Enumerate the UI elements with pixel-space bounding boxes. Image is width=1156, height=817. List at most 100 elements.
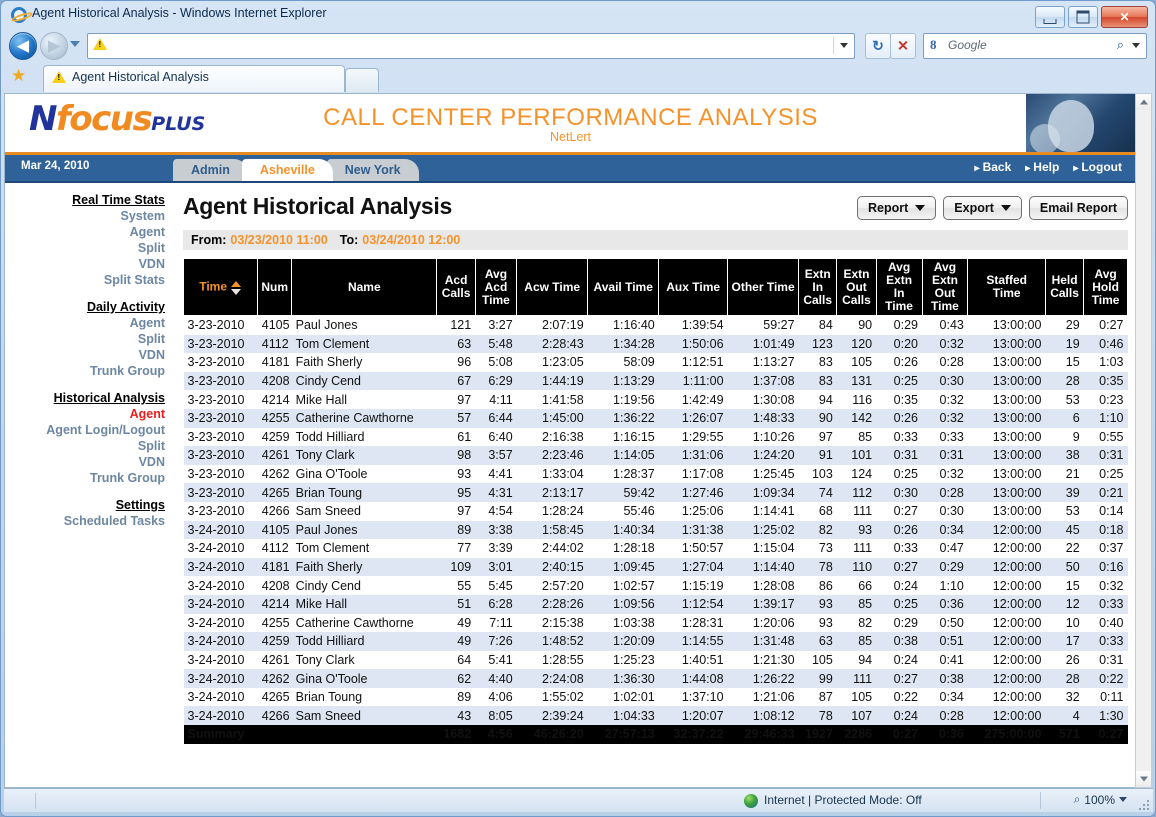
tab-new-york[interactable]: New York [326,159,419,181]
page-scrollbar[interactable] [1135,93,1152,788]
table-cell: 1:09:56 [613,597,655,612]
minimize-button[interactable] [1035,6,1065,28]
table-row[interactable]: 3-23-2010 4214 Mike Hall 97 4:11 1:41:58 1:19:… [183,390,1128,409]
table-cell: 4266 [261,708,290,723]
table-cell: 49 [457,615,472,630]
email-report-button[interactable]: Email Report [1028,196,1128,220]
maximize-button[interactable] [1068,6,1098,28]
table-row[interactable]: 3-24-2010 4208 Cindy Cend 55 5:45 2:57:20 1:02… [183,576,1128,595]
column-header-name[interactable]: Name [291,258,438,316]
recent-pages-chevron-down-icon[interactable] [70,41,80,47]
table-cell: 45 [1065,522,1080,537]
sidebar-item-ha-split[interactable]: Split [5,438,167,454]
column-header-avg-hold-time[interactable]: Avg Hold Time [1083,258,1128,316]
table-row[interactable]: 3-24-2010 4255 Catherine Cawthorne 49 7:11 2:… [183,613,1128,633]
help-link[interactable]: Help [1025,160,1059,174]
table-row[interactable]: 3-23-2010 4265 Brian Toung 95 4:31 2:13:17 59:… [183,483,1128,502]
table-cell: 0:46 [1099,336,1124,351]
export-button[interactable]: Export [943,196,1022,220]
sidebar-item-da-split[interactable]: Split [5,331,167,347]
table-row[interactable]: 3-24-2010 4262 Gina O'Toole 62 4:40 2:24:08 1:… [183,669,1128,688]
table-row[interactable]: 3-24-2010 4181 Faith Sherly 109 3:01 2:40:15 1… [183,557,1128,577]
back-link[interactable]: Back [975,160,1012,174]
table-row[interactable]: 3-23-2010 4105 Paul Jones 121 3:27 2:07:19 1:1… [183,315,1128,335]
sidebar-item-ha-agent[interactable]: Agent [5,406,167,422]
column-header-avail-time[interactable]: Avail Time [587,258,660,316]
sidebar-item-da-trunk-group[interactable]: Trunk Group [5,363,167,379]
table-row[interactable]: 3-23-2010 4259 Todd Hilliard 61 6:40 2:16:38 1… [183,427,1128,447]
scroll-up-button[interactable] [1136,94,1151,110]
from-label: From: [191,233,227,247]
column-header-other-time[interactable]: Other Time [727,258,800,316]
sidebar-item-agent-login-logout[interactable]: Agent Login/Logout [5,422,167,438]
forward-button[interactable]: ▶ [40,32,68,60]
column-header-extn-out-calls[interactable]: Extn Out Calls [836,258,877,316]
tab-admin[interactable]: Admin [173,159,248,181]
column-header-staffed-time[interactable]: Staffed Time [967,258,1046,316]
sidebar-item-rts-split[interactable]: Split [5,240,167,256]
table-row[interactable]: 3-23-2010 4262 Gina O'Toole 93 4:41 1:33:04 1:… [183,464,1128,484]
column-header-avg-extn-in-time[interactable]: Avg Extn In Time [875,258,923,316]
sidebar-item-split-stats[interactable]: Split Stats [5,272,167,288]
table-row[interactable]: 3-23-2010 4181 Faith Sherly 96 5:08 1:23:05 58… [183,353,1128,372]
stop-button[interactable]: ✕ [890,33,916,59]
sidebar-item-da-agent[interactable]: Agent [5,315,167,331]
tab-asheville[interactable]: Asheville [241,159,333,181]
table-row[interactable]: 3-24-2010 4112 Tom Clement 77 3:39 2:44:02 1:2… [183,539,1128,558]
table-row[interactable]: 3-24-2010 4266 Sam Sneed 43 8:05 2:39:24 1:04:… [183,706,1128,726]
refresh-button[interactable]: ↻ [865,33,891,59]
table-row[interactable]: 3-23-2010 4261 Tony Clark 98 3:57 2:23:46 1:14… [183,446,1128,465]
report-button[interactable]: Report [857,196,937,220]
column-header-aux-time[interactable]: Aux Time [658,258,729,316]
column-header-extn-in-calls[interactable]: Extn In Calls [798,258,838,316]
zoom-control[interactable]: ⌕ 100% [1074,792,1127,807]
logout-link[interactable]: Logout [1073,160,1122,174]
column-header-avg-extn-out-time[interactable]: Avg Extn Out Time [921,258,969,316]
table-row[interactable]: 3-24-2010 4265 Brian Toung 89 4:06 1:55:02 1:0… [183,687,1128,707]
scroll-down-button[interactable] [1136,771,1151,787]
browser-tab[interactable]: Agent Historical Analysis [43,65,345,92]
table-row[interactable]: 3-24-2010 4214 Mike Hall 51 6:28 2:28:26 1:09:… [183,594,1128,614]
sidebar-item-ha-trunk-group[interactable]: Trunk Group [5,470,167,486]
sidebar-item-system[interactable]: System [5,208,167,224]
table-row[interactable]: 3-24-2010 4261 Tony Clark 64 5:41 1:28:55 1:25… [183,650,1128,670]
from-value: 03/23/2010 11:00 [230,233,328,247]
address-chevron-down-icon[interactable] [840,43,848,48]
sidebar-item-rts-agent[interactable]: Agent [5,224,167,240]
sidebar-item-scheduled-tasks[interactable]: Scheduled Tasks [5,513,167,529]
back-button[interactable]: ◀ [9,32,37,60]
table-row[interactable]: 3-23-2010 4208 Cindy Cend 67 6:29 1:44:19 1:13… [183,371,1128,391]
table-cell: 0:25 [1099,467,1124,482]
address-bar[interactable] [87,33,855,59]
column-header-acw-time[interactable]: Acw Time [516,258,589,316]
table-cell: 0:32 [1099,578,1124,593]
table-row[interactable]: 3-23-2010 4112 Tom Clement 63 5:48 2:28:43 1:3… [183,334,1128,354]
table-row[interactable]: 3-24-2010 4105 Paul Jones 89 3:38 1:58:45 1:40… [183,520,1128,540]
search-icon[interactable]: ⌕ [1117,37,1124,53]
table-cell: 111 [853,541,873,556]
column-header-avg-acd-time[interactable]: Avg Acd Time [474,258,518,316]
search-input[interactable]: 8 Google ⌕ [923,33,1147,59]
sidebar-item-rts-vdn[interactable]: VDN [5,256,167,272]
table-row[interactable]: 3-23-2010 4266 Sam Sneed 97 4:54 1:28:24 55:46… [183,501,1128,521]
table-row[interactable]: 3-24-2010 4259 Todd Hilliard 49 7:26 1:48:52 1… [183,632,1128,651]
table-row[interactable]: 3-23-2010 4255 Catherine Cawthorne 57 6:44 1:… [183,408,1128,428]
sidebar-item-ha-vdn[interactable]: VDN [5,454,167,470]
column-header-num[interactable]: Num [257,258,293,316]
table-cell: 0:26 [893,411,919,426]
table-cell: 3-23-2010 [187,485,245,500]
new-tab-button[interactable] [345,68,379,92]
chevron-down-icon[interactable] [1119,797,1127,802]
sidebar-item-da-vdn[interactable]: VDN [5,347,167,363]
column-header-time[interactable]: Time [182,258,259,316]
column-header-acd-calls[interactable]: Acd Calls [436,258,476,316]
column-header-held-calls[interactable]: Held Calls [1044,258,1085,316]
sort-arrows-icon[interactable] [231,280,242,295]
warning-icon [52,70,67,89]
close-button[interactable]: ✕ [1101,6,1148,28]
search-chevron-down-icon[interactable] [1132,43,1140,48]
table-cell: 8:05 [488,708,513,723]
favorites-star-icon[interactable]: ★ [11,67,26,84]
resize-grip[interactable] [1137,798,1149,810]
table-cell: 0:28 [939,485,964,500]
